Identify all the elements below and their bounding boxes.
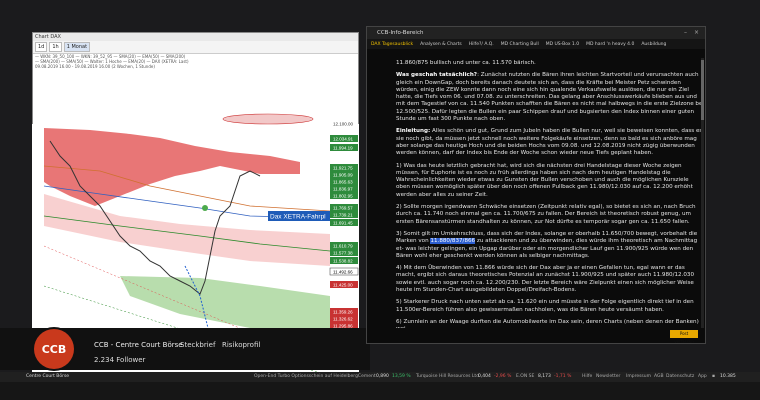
tab-dax-tagesausblick[interactable]: DAX Tagesausblick <box>371 42 413 47</box>
article-paragraph-1: Was geschah tatsächlich?: Zunächst nutzt… <box>396 72 704 123</box>
paragraph-text: Alles schön und gut, Grund zum Jubeln ha… <box>396 128 703 157</box>
status-bar: Centre Court Börse Open-End Turbo Option… <box>0 372 760 382</box>
link-datenschutz[interactable]: Datenschutz <box>666 372 694 382</box>
article-paragraph-6: 4) Mit dem Überwinden von 11.866 würde s… <box>396 265 695 294</box>
article-intro: 11.860/875 bullisch und unter ca. 11.570… <box>396 60 536 66</box>
current-price-marker <box>202 205 208 211</box>
tab-md-hard-n-heavy[interactable]: MD hard 'n heavy 4.0 <box>586 42 634 47</box>
paragraph-heading: Was geschah tatsächlich? <box>396 72 478 79</box>
price-label: 11.921.75 <box>333 166 353 171</box>
price-label: 11.802.95 <box>333 194 353 199</box>
ticker-1-price: 0,890 <box>376 374 389 379</box>
post-button[interactable]: Post verfassen <box>670 330 698 344</box>
price-chart[interactable]: Dax XETRA-Fahrpl 12.100.00 12.034.91 11.… <box>0 46 370 376</box>
target-zone-upper <box>222 113 314 125</box>
ccb-logo[interactable]: CCB <box>34 329 74 369</box>
info-window-title: CCB-Info-Bereich <box>377 30 424 36</box>
article-paragraph-8: 6) Zunnlein an der Waage durften die Aut… <box>396 318 699 328</box>
ticker-3-change: -1,71 % <box>554 374 572 379</box>
online-count: 10.385 <box>720 374 736 379</box>
article-paragraph-4: 2) Sollte morgen irgendwann Schwäche ein… <box>396 204 696 225</box>
ticker-2-price: 0,404 <box>478 374 491 379</box>
ticker-1-name[interactable]: Open-End Turbo Optionsschein auf Heidelb… <box>254 372 376 382</box>
price-label: 11.326.62 <box>333 317 353 322</box>
chart-window-title: Chart DAX <box>33 33 358 41</box>
paragraph-heading: Einleitung: <box>396 128 431 135</box>
link-app[interactable]: App <box>698 372 707 382</box>
article-paragraph-5: 3) Somit gilt im Umkehrschluss, dass sic… <box>396 231 704 260</box>
info-window-titlebar: CCB-Info-Bereich – × <box>367 27 705 39</box>
link-hilfe[interactable]: Hilfe <box>582 372 592 382</box>
price-label: 11.425.00 <box>333 283 353 288</box>
ticker-1-change: 13,59 % <box>392 374 411 379</box>
price-label: 11.691.45 <box>333 221 353 226</box>
minimize-icon[interactable]: – <box>684 27 687 39</box>
user-icon[interactable]: ▪ <box>712 372 715 382</box>
price-label: 11.836.97 <box>333 187 353 192</box>
follower-count: 2.234 Follower <box>94 356 146 364</box>
price-label: 11.769.57 <box>333 206 353 211</box>
link-agb[interactable]: AGB <box>654 372 664 382</box>
paragraph-text: : Zunächst nutzten die Bären ihren leich… <box>396 72 704 123</box>
price-label: 11.739.21 <box>333 213 353 218</box>
info-tabs: DAX Tagesausblick Analysen & Charts Hilf… <box>367 39 705 49</box>
tab-steckbrief[interactable]: Steckbrief <box>180 341 215 349</box>
ticker-2-name[interactable]: Turquoise Hill Resources Ltd. <box>416 372 480 382</box>
price-label: 11.538.82 <box>333 259 353 264</box>
tab-ausbildung[interactable]: Ausbildung <box>641 42 666 47</box>
article-paragraph-3: 1) Was das heute letztlich gebracht hat,… <box>396 162 693 198</box>
close-icon[interactable]: × <box>694 27 699 39</box>
current-price-label: 11.492.66 <box>333 270 353 275</box>
overlay-label: Dax XETRA-Fahrpl <box>270 214 326 221</box>
scrollbar-thumb[interactable] <box>701 60 704 120</box>
status-site-name[interactable]: Centre Court Börse <box>26 372 69 382</box>
footer-strip <box>0 382 760 400</box>
link-impressum[interactable]: Impressum <box>626 372 651 382</box>
tab-risikoprofil[interactable]: Risikoprofil <box>222 341 260 349</box>
ticker-3-name[interactable]: E.ON SE <box>516 372 534 382</box>
price-label: 11.610.79 <box>333 244 353 249</box>
ticker-3-price: 8,173 <box>538 374 551 379</box>
price-label: 11.865.63 <box>333 180 353 185</box>
profile-name[interactable]: CCB - Centre Court Börse <box>94 341 183 349</box>
link-newsletter[interactable]: Newsletter <box>596 372 620 382</box>
price-label: 11.994.19 <box>333 146 353 151</box>
tab-md-charting-bull[interactable]: MD Charting Bull <box>501 42 539 47</box>
article-paragraph-2: Einleitung: Alles schön und gut, Grund z… <box>396 128 704 157</box>
price-label: 12.100.00 <box>333 122 354 127</box>
ticker-2-change: -2,96 % <box>494 374 512 379</box>
price-label: 11.905.09 <box>333 173 353 178</box>
price-label: 12.034.91 <box>333 137 354 142</box>
highlighted-levels: 11.880/837/866 <box>430 238 476 245</box>
tab-analysen-charts[interactable]: Analysen & Charts <box>420 42 462 47</box>
tab-hilfe[interactable]: Hilfe?/ A.Q. <box>469 42 494 47</box>
info-article: 11.860/875 bullisch und unter ca. 11.570… <box>396 60 704 328</box>
logo-text: CCB <box>41 342 67 356</box>
price-label: 11.577.38 <box>333 251 353 256</box>
price-label: 11.359.26 <box>333 310 353 315</box>
article-paragraph-7: 5) Starkerer Druck nach unten setzt ab c… <box>396 299 694 313</box>
tab-md-us-box[interactable]: MD US-Box 1.0 <box>546 42 579 47</box>
